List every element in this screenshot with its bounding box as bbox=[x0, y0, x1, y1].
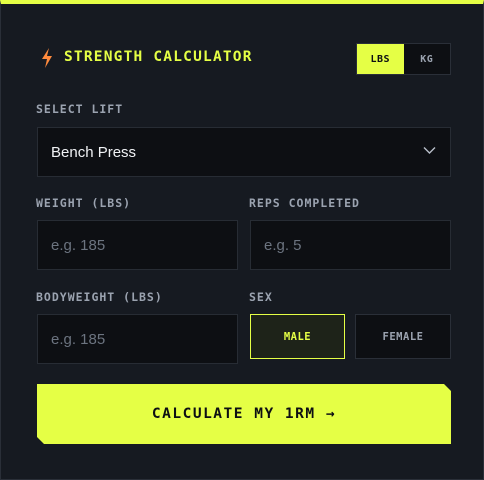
weight-label: WEIGHT (LBS) bbox=[36, 196, 132, 210]
lightning-bolt-icon bbox=[42, 48, 52, 68]
weight-field bbox=[37, 220, 238, 270]
unit-toggle: LBS KG bbox=[356, 43, 451, 75]
reps-field bbox=[250, 220, 451, 270]
unit-lbs-button[interactable]: LBS bbox=[357, 44, 404, 74]
calculator-header: STRENGTH CALCULATOR LBS KG bbox=[36, 40, 451, 76]
reps-label: REPS COMPLETED bbox=[249, 196, 360, 210]
sex-male-button[interactable]: MALE bbox=[250, 314, 345, 359]
bodyweight-input[interactable] bbox=[51, 330, 237, 348]
sex-label: SEX bbox=[249, 290, 273, 304]
chevron-down-icon bbox=[423, 147, 436, 154]
select-lift-label: SELECT LIFT bbox=[36, 102, 124, 116]
unit-kg-button[interactable]: KG bbox=[403, 44, 450, 74]
calculate-button[interactable]: CALCULATE MY 1RM → bbox=[37, 384, 451, 444]
sex-female-button[interactable]: FEMALE bbox=[355, 314, 451, 359]
bodyweight-label: BODYWEIGHT (LBS) bbox=[36, 290, 163, 304]
calculator-title: STRENGTH CALCULATOR bbox=[64, 49, 253, 65]
weight-input[interactable] bbox=[51, 236, 237, 254]
lift-select[interactable]: Bench Press bbox=[37, 127, 451, 177]
strength-calculator-card: STRENGTH CALCULATOR LBS KG SELECT LIFT B… bbox=[0, 0, 484, 480]
calculate-button-label: CALCULATE MY 1RM → bbox=[151, 406, 337, 422]
lift-select-value: Bench Press bbox=[51, 143, 137, 161]
reps-input[interactable] bbox=[264, 236, 450, 254]
bodyweight-field bbox=[37, 314, 238, 364]
